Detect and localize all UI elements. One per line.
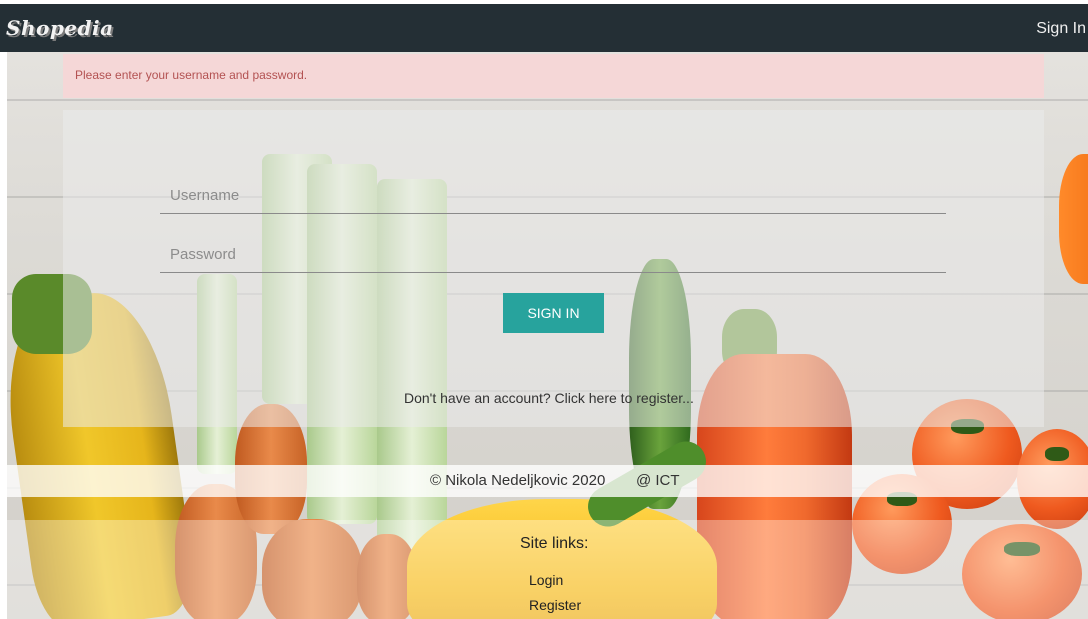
register-link[interactable]: Don't have an account? Click here to reg… bbox=[404, 390, 694, 406]
site-links-heading: Site links: bbox=[520, 535, 589, 552]
footer-register-link[interactable]: Register bbox=[529, 597, 581, 613]
brand-logo[interactable]: Shopedia bbox=[6, 16, 114, 40]
footer-org: @ ICT bbox=[636, 472, 680, 489]
username-input[interactable] bbox=[160, 178, 946, 214]
alert-text: Please enter your username and password. bbox=[75, 68, 308, 82]
nav-sign-in-link[interactable]: Sign In bbox=[1036, 20, 1086, 38]
alert-message: Please enter your username and password. bbox=[63, 54, 1044, 98]
orange-pepper-shape bbox=[1059, 154, 1088, 284]
navbar: Shopedia Sign In bbox=[0, 4, 1088, 52]
password-input[interactable] bbox=[160, 237, 946, 273]
footer-copyright: © Nikola Nedeljkovic 2020 bbox=[430, 472, 606, 489]
footer-login-link[interactable]: Login bbox=[529, 572, 563, 588]
sign-in-button[interactable]: SIGN IN bbox=[503, 293, 604, 333]
